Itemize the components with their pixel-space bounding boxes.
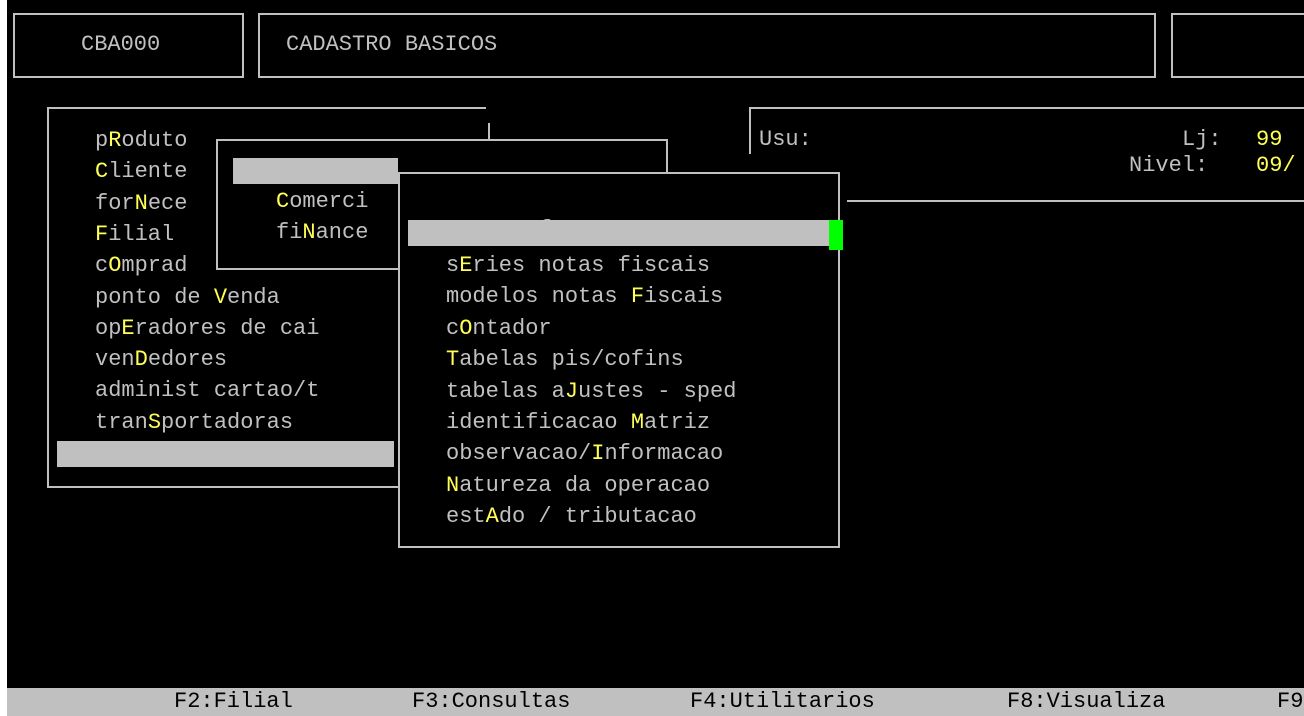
menu-item-tabelas[interactable]: û Tabelas [57,441,394,492]
right-header-box [1171,13,1304,78]
hotkey: A [485,504,499,530]
hotkey: F [95,221,109,247]
menu-item-operadores-de-cai[interactable]: opEradores de cai [95,316,319,342]
hotkey: C [95,159,109,185]
menu-item-simples-nacional[interactable]: û Simples nacional [408,220,829,271]
menu-item-cfop[interactable]: Cfop [446,191,578,242]
hotkey: I [591,441,605,467]
f3-consultas-key[interactable]: F3:Consultas [412,689,570,715]
hotkey: N [446,472,460,498]
hotkey: N [302,220,316,245]
fiscais-submenu: Cfop û Simples nacional sEries notas fis… [398,172,843,548]
terminal-screen: CBA000 CADASTRO BASICOS Usu: Lj: 99 Nive… [7,0,1304,716]
menu-item-produto[interactable]: pRoduto [95,128,187,154]
menu-item-fornece[interactable]: forNece [95,191,187,217]
selection-marker: û [136,467,150,492]
menu-item-natureza-da-operacao[interactable]: Natureza da operacao [446,473,710,499]
hotkey: M [630,410,645,435]
program-code-box: CBA000 [13,13,244,78]
menu-item-ponto-de-venda[interactable]: ponto de Venda [95,285,280,311]
menu-item-modelos-notas-fiscais[interactable]: modelos notas Fiscais [446,284,723,310]
hotkey: F [630,284,645,310]
hotkey: E [121,315,135,341]
menu-item-filial[interactable]: Filial [95,222,174,248]
page-title: CADASTRO BASICOS [286,32,498,57]
menu-item-identificacao-matriz[interactable]: identificacao Matriz [446,410,710,436]
menu-item-tabelas-pis-cofins[interactable]: Tabelas pis/cofins [446,347,684,373]
text-cursor [829,220,843,250]
menu-item-estado-tributacao[interactable]: estAdo / tributacao [446,504,697,530]
title-box: CADASTRO BASICOS [258,13,1156,78]
menu-item-comprad[interactable]: cOmprad [95,253,187,279]
hotkey: R [108,128,122,153]
hotkey: S [147,409,162,435]
menu-item-cliente[interactable]: Cliente [95,159,187,185]
f8-visualiza-key[interactable]: F8:Visualiza [1007,689,1165,715]
menu-item-tabelas-ajustes-sped[interactable]: tabelas aJustes - sped [446,379,736,405]
hotkey: O [108,253,122,279]
level-label: Nivel: [1129,153,1209,178]
hotkey: T [446,347,460,373]
f2-filial-key[interactable]: F2:Filial [174,689,293,715]
store-label: Lj: [1182,127,1222,152]
menu-item-series-notas-fiscais[interactable]: sEries notas fiscais [446,253,710,279]
hotkey: C [276,189,290,214]
menu-item-vendedores[interactable]: venDedores [95,347,227,373]
menu-item-comerci[interactable]: Comerci [276,189,368,215]
user-label: Usu: [759,127,812,152]
hotkey: D [134,347,148,373]
menu-item-finance[interactable]: fiNance [276,220,368,246]
f9-key[interactable]: F9 [1277,689,1303,715]
f4-utilitarios-key[interactable]: F4:Utilitarios [690,689,875,715]
menu-item-transportadoras[interactable]: tranSportadoras [95,410,293,436]
program-code: CBA000 [81,32,161,57]
function-key-bar: F2:Filial F3:Consultas F4:Utilitarios F8… [7,688,1304,716]
hotkey: J [564,378,579,404]
menu-item-fiscais[interactable]: û Fiscais [233,158,431,209]
hotkey: O [459,315,473,341]
menu-item-label: Tabelas [162,467,256,492]
menu-item-contador[interactable]: cOntador [446,316,552,342]
level-value: 09/ [1256,153,1296,178]
store-value: 99 [1256,127,1283,152]
hotkey: E [459,253,473,278]
menu-item-administ-cartao-t[interactable]: administ cartao/t [95,378,319,404]
menu-item-observacao-informacao[interactable]: observacao/Informacao [446,441,723,467]
hotkey: N [134,190,148,216]
hotkey: V [213,284,228,310]
